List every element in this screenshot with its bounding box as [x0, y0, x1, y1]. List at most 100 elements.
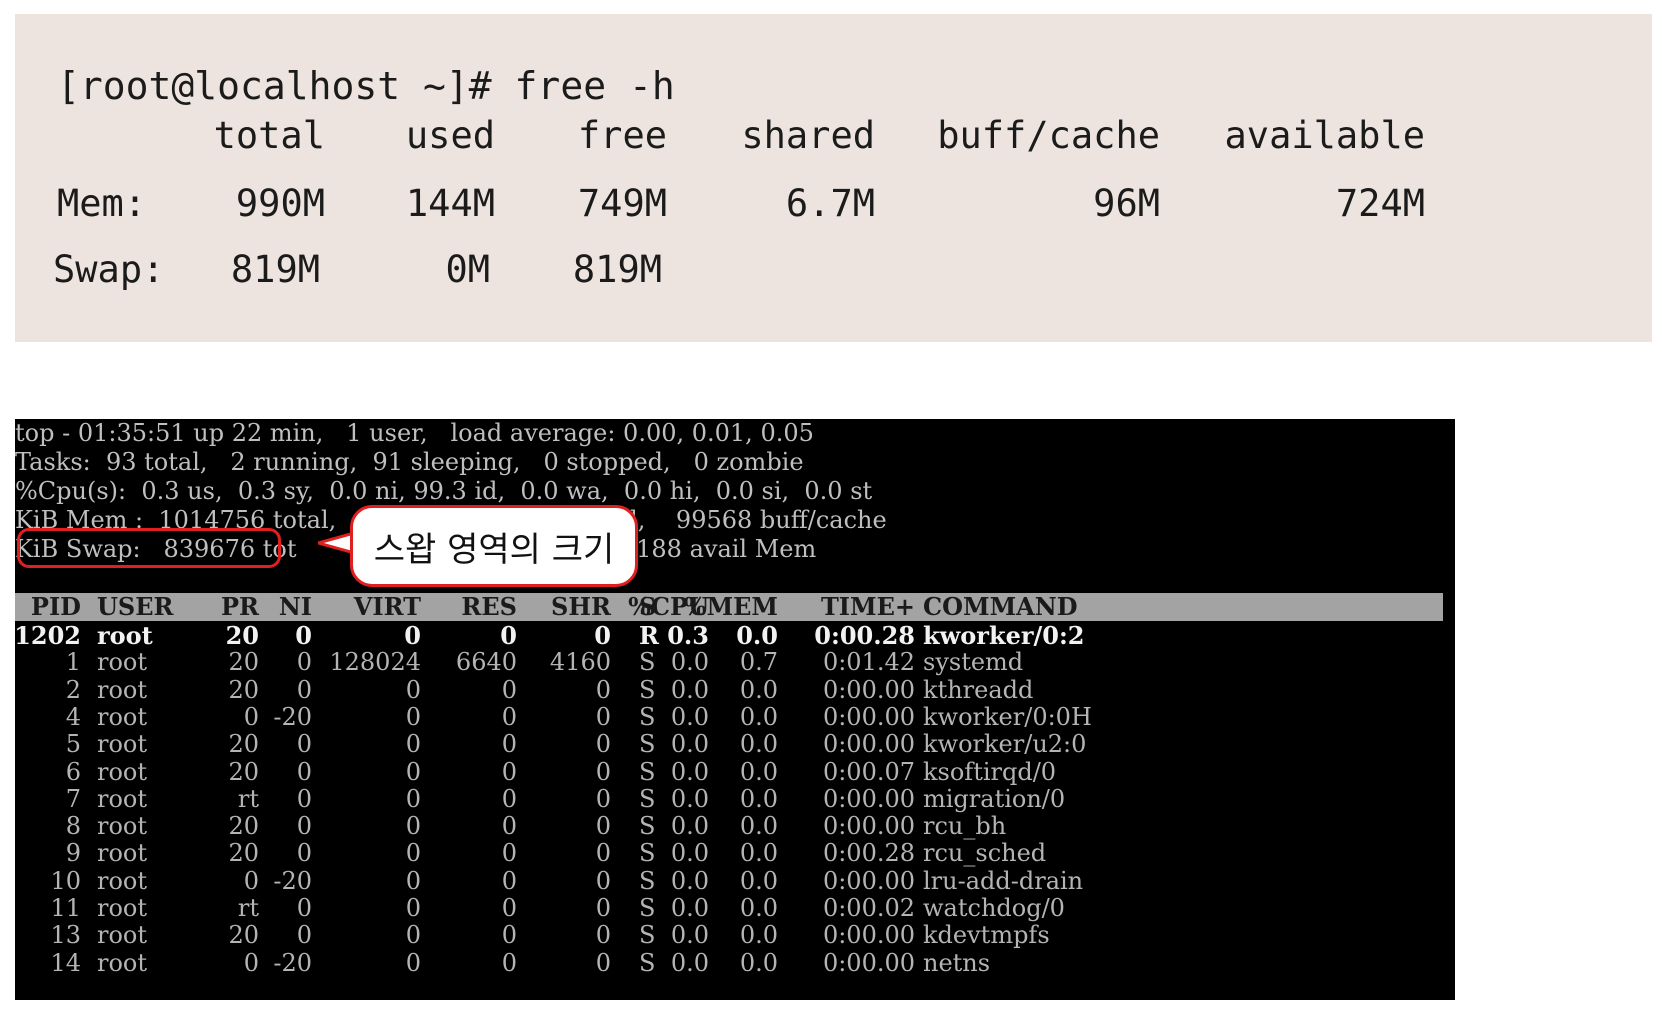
process-cell: root: [97, 675, 148, 704]
process-cell: kdevtmpfs: [923, 921, 1050, 950]
process-cell: 0.0: [739, 784, 778, 813]
process-cell: 0.0: [670, 948, 709, 977]
process-cell: 6: [65, 757, 81, 786]
process-cell: 0: [296, 921, 312, 950]
process-cell: 0:00.00: [822, 730, 915, 759]
process-cell: 0.0: [670, 648, 709, 677]
process-cell: 20: [228, 812, 259, 841]
process-cell: S: [639, 757, 656, 786]
process-cell: 0:00.00: [822, 921, 915, 950]
process-cell: kworker/0:2: [923, 621, 1085, 650]
process-cell: 0:00.00: [822, 702, 915, 731]
process-cell: 0: [296, 675, 312, 704]
process-cell: 0.0: [739, 948, 778, 977]
process-cell: 0: [595, 921, 611, 950]
free-value-cell: 144M: [405, 182, 495, 225]
process-cell: 4160: [549, 648, 611, 677]
process-cell: 0.0: [736, 621, 778, 650]
process-cell: 0.0: [670, 757, 709, 786]
process-cell: 0:00.00: [822, 784, 915, 813]
process-cell: root: [97, 921, 148, 950]
process-cell: -20: [273, 702, 312, 731]
process-cell: root: [97, 784, 148, 813]
process-cell: 0: [595, 784, 611, 813]
free-header-used: used: [405, 114, 495, 157]
process-cell: 0: [405, 730, 421, 759]
process-cell: 0: [595, 702, 611, 731]
process-cell: 0: [296, 648, 312, 677]
process-cell: 0: [595, 812, 611, 841]
process-cell: 0.0: [670, 894, 709, 922]
free-value-cell: 819M: [230, 248, 320, 291]
process-cell: netns: [923, 948, 991, 977]
process-cell: 0: [594, 621, 611, 650]
process-cell: lru-add-drain: [923, 866, 1084, 895]
process-cell: S: [639, 675, 656, 704]
process-cell: 0: [595, 675, 611, 704]
process-cell: 7: [65, 784, 81, 813]
process-cell: 14: [50, 948, 81, 977]
process-cell: 0: [405, 675, 421, 704]
process-cell: S: [639, 839, 656, 868]
process-cell: 0: [296, 730, 312, 759]
process-cell: 0: [405, 784, 421, 813]
process-cell: root: [97, 730, 148, 759]
process-cell: 0: [501, 894, 517, 922]
top-uptime-line: top - 01:35:51 up 22 min, 1 user, load a…: [15, 419, 814, 447]
process-cell: 0: [501, 812, 517, 841]
process-cell: rt: [237, 784, 259, 813]
process-cell: ksoftirqd/0: [923, 757, 1057, 786]
process-cell: 0.0: [670, 921, 709, 950]
process-cell: root: [97, 948, 148, 977]
process-cell: 5: [65, 730, 81, 759]
top-cpu-line: %Cpu(s): 0.3 us, 0.3 sy, 0.0 ni, 99.3 id…: [15, 477, 873, 505]
process-cell: R: [639, 621, 659, 650]
process-cell: 0: [243, 948, 259, 977]
process-cell: S: [639, 784, 656, 813]
process-cell: 0.0: [739, 730, 778, 759]
free-value-cell: 0M: [445, 248, 490, 291]
swap-highlight-box: [17, 528, 281, 568]
process-cell: 0: [501, 839, 517, 868]
process-cell: S: [639, 648, 656, 677]
top-terminal: top - 01:35:51 up 22 min, 1 user, load a…: [15, 419, 1455, 1000]
process-cell: 20: [228, 648, 259, 677]
process-cell: root: [97, 702, 148, 731]
process-cell: 0.3: [667, 621, 709, 650]
column-header-pid: PID: [30, 592, 81, 621]
process-cell: 0.0: [739, 894, 778, 922]
process-cell: 20: [228, 839, 259, 868]
process-cell: 0: [405, 812, 421, 841]
column-header-command: COMMAND: [923, 592, 1078, 621]
process-cell: 0:00.07: [822, 757, 915, 786]
process-cell: 0.0: [670, 866, 709, 895]
free-header-total: total: [213, 114, 325, 157]
process-cell: 0.0: [739, 812, 778, 841]
process-cell: 0: [243, 702, 259, 731]
process-cell: 0:00.00: [822, 812, 915, 841]
process-cell: 0:00.28: [822, 839, 915, 868]
process-cell: 20: [225, 621, 259, 650]
process-cell: 0.0: [670, 812, 709, 841]
process-cell: 0.0: [670, 675, 709, 704]
process-cell: 20: [228, 757, 259, 786]
process-cell: migration/0: [923, 784, 1066, 813]
process-cell: 128024: [329, 648, 421, 677]
process-cell: 0: [296, 812, 312, 841]
process-cell: 0: [501, 757, 517, 786]
top-tasks-line: Tasks: 93 total, 2 running, 91 sleeping,…: [15, 448, 804, 476]
process-cell: 0: [501, 921, 517, 950]
swap-size-callout: 스왑 영역의 크기: [350, 505, 638, 587]
process-cell: rcu_sched: [923, 839, 1047, 868]
process-cell: root: [97, 839, 148, 868]
process-cell: 0: [501, 948, 517, 977]
column-header-pr: PR: [221, 592, 259, 621]
process-cell: S: [639, 894, 656, 922]
process-cell: 0: [405, 702, 421, 731]
process-cell: -20: [273, 948, 312, 977]
process-cell: 0: [595, 866, 611, 895]
process-cell: 1202: [15, 621, 81, 650]
process-cell: root: [97, 894, 148, 922]
process-cell: root: [97, 621, 153, 650]
process-cell: 11: [50, 894, 81, 922]
